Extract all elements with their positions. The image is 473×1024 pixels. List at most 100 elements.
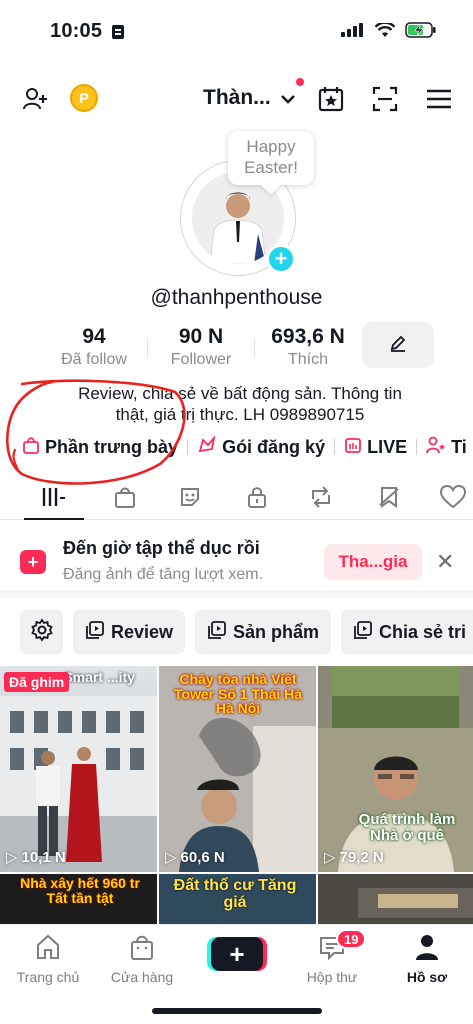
- pencil-icon: [388, 333, 408, 358]
- playlist-chip-sharing[interactable]: Chia sẻ tri: [341, 610, 473, 654]
- view-count-value: 60,6 N: [180, 848, 225, 866]
- play-icon: ▷: [324, 849, 336, 866]
- video-tile[interactable]: ...s Smart ...ity Đã ghim ▷ 10,1 N: [0, 666, 157, 872]
- view-count-value: 10,1 N: [21, 848, 66, 866]
- stat-followers[interactable]: 90 N Follower: [156, 325, 246, 371]
- promo-subtitle: Đăng ảnh để tăng lượt xem.: [63, 566, 263, 583]
- profile-person-icon: [414, 933, 440, 966]
- nav-home-label: Trang chủ: [16, 969, 80, 985]
- home-indicator: [152, 1008, 322, 1014]
- content-tabs: [0, 478, 473, 520]
- status-time: 10:05: [50, 20, 103, 42]
- close-icon[interactable]: ✕: [436, 549, 454, 575]
- link-divider: [334, 439, 336, 455]
- nav-inbox-label: Hộp thư: [306, 969, 358, 985]
- add-story-button[interactable]: +: [266, 244, 296, 274]
- subscription-link[interactable]: Gói đăng ký: [197, 434, 326, 459]
- playlist-icon: [353, 620, 373, 645]
- nav-profile-label: Hồ sơ: [406, 969, 448, 985]
- stat-likes[interactable]: 693,6 N Thích: [260, 325, 356, 371]
- edit-profile-button[interactable]: [362, 322, 434, 368]
- add-friend-icon[interactable]: [20, 84, 50, 114]
- repost-tab[interactable]: [306, 482, 336, 512]
- live-link[interactable]: LIVE: [344, 436, 407, 459]
- create-button[interactable]: +: [211, 937, 263, 971]
- bio-line-2: thật, giá trị thực. LH 0989890715: [115, 405, 365, 424]
- video-thumbnail: [0, 696, 157, 872]
- bio-line-1: Review, chia sẻ về bất động sản. Thông t…: [78, 384, 402, 403]
- username: @thanhpenthouse: [150, 286, 323, 309]
- avatar-note-bubble[interactable]: Happy Easter!: [228, 131, 314, 185]
- live-calendar-icon: [344, 436, 362, 459]
- view-count: ▷ 10,1 N: [6, 848, 66, 867]
- video-tile[interactable]: Đất thổ cư Tăng giá: [159, 874, 316, 926]
- nav-home[interactable]: Trang chủ: [8, 933, 88, 985]
- link-divider: [187, 439, 189, 455]
- subscription-label: Gói đăng ký: [222, 436, 326, 457]
- video-tile[interactable]: Nhà xây hết 960 tr Tất tần tật: [0, 874, 157, 926]
- private-lock-tab[interactable]: [242, 482, 272, 512]
- nav-shop[interactable]: Cửa hàng: [102, 933, 182, 985]
- home-icon: [34, 933, 62, 966]
- liked-heart-tab[interactable]: [438, 482, 468, 512]
- video-caption: Nhà xây hết 960 tr Tất tần tật: [20, 875, 140, 906]
- nav-shop-label: Cửa hàng: [110, 969, 174, 985]
- favorites-hidden-tab[interactable]: [374, 482, 404, 512]
- playlist-icon: [207, 620, 227, 645]
- video-tile[interactable]: Quá trình làm Nhà ở quê ▷ 79,2 N: [318, 666, 473, 872]
- playlist-icon: [85, 620, 105, 645]
- likes-count: 693,6 N: [271, 325, 345, 348]
- menu-icon[interactable]: [424, 84, 454, 114]
- play-icon: ▷: [6, 849, 18, 866]
- live-label: LIVE: [367, 436, 408, 457]
- video-tile[interactable]: Cháy tòa nhà Việt Tower Số 1 Thái Hà Hà …: [159, 666, 316, 872]
- playlist-chip-review[interactable]: Review: [73, 610, 186, 654]
- profile-links: Phần trưng bày Gói đăng ký LIVE Ti: [22, 434, 467, 460]
- shopping-bag-icon: [22, 436, 40, 459]
- scan-icon[interactable]: [370, 84, 400, 114]
- promo-title: Đến giờ tập thể dục rồi: [63, 538, 260, 558]
- view-count: ▷ 60,6 N: [165, 848, 225, 867]
- account-switcher[interactable]: Thàn...: [203, 86, 295, 110]
- sticker-tab[interactable]: [175, 482, 205, 512]
- play-icon: ▷: [165, 849, 177, 866]
- coins-button[interactable]: P: [70, 84, 98, 112]
- more-link[interactable]: Ti: [426, 436, 467, 459]
- wifi-icon: [374, 20, 396, 43]
- status-bar: 10:05: [0, 0, 473, 62]
- pinned-badge: Đã ghim: [4, 672, 70, 692]
- cellular-signal-icon: [341, 23, 365, 42]
- video-grid: ...s Smart ...ity Đã ghim ▷ 10,1 N Cháy t…: [0, 666, 473, 926]
- bio: Review, chia sẻ về bất động sản. Thông t…: [30, 383, 450, 425]
- followers-count: 90 N: [178, 325, 224, 348]
- video-tile[interactable]: [318, 874, 473, 926]
- avatar-note-text: Happy Easter!: [244, 137, 298, 177]
- videos-grid-tab[interactable]: [39, 482, 69, 512]
- shop-tab[interactable]: [110, 482, 140, 512]
- likes-label: Thích: [287, 351, 328, 368]
- followers-label: Follower: [170, 351, 232, 368]
- shop-bag-icon: [129, 933, 155, 966]
- playlist-chips: Review Sản phẩm Chia sẻ tri: [0, 610, 473, 656]
- playlist-settings-button[interactable]: [20, 610, 63, 654]
- stat-divider: [147, 338, 148, 358]
- stat-following[interactable]: 94 Đã follow: [48, 325, 140, 371]
- showcase-label: Phần trưng bày: [45, 436, 179, 457]
- following-label: Đã follow: [61, 351, 127, 368]
- stat-divider: [254, 338, 255, 358]
- nav-inbox[interactable]: 19 Hộp thư: [292, 929, 372, 985]
- link-divider: [416, 439, 418, 455]
- calendar-star-icon[interactable]: [316, 84, 346, 114]
- nav-profile[interactable]: Hồ sơ: [387, 933, 467, 985]
- view-count-value: 79,2 N: [339, 848, 384, 866]
- subscription-icon: [197, 434, 217, 459]
- promo-join-button[interactable]: Tha...gia: [324, 544, 422, 580]
- video-caption: Quá trình làm Nhà ở quê: [358, 811, 456, 844]
- showcase-link[interactable]: Phần trưng bày: [22, 436, 178, 459]
- add-post-icon: +: [20, 550, 46, 574]
- chevron-down-icon: [280, 86, 295, 110]
- playlist-chip-label: Review: [111, 621, 174, 642]
- playlist-chip-products[interactable]: Sản phẩm: [195, 610, 332, 654]
- battery-charging-icon: [405, 22, 437, 43]
- person-star-icon: [426, 436, 446, 459]
